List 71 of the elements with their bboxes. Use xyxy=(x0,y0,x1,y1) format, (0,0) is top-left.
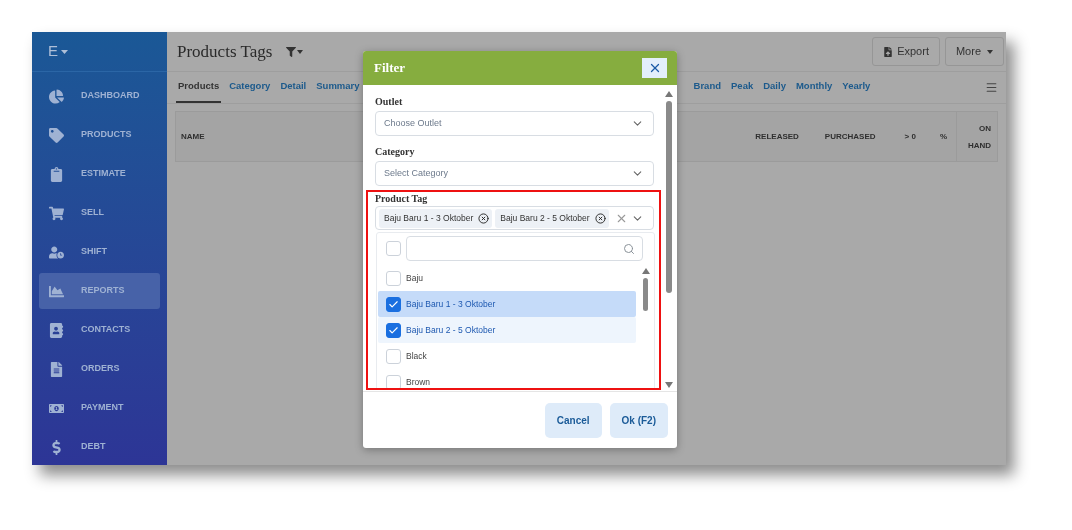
tab[interactable]: Daily xyxy=(761,72,788,103)
scroll-down-arrow-icon[interactable] xyxy=(665,382,674,388)
person-clock-icon xyxy=(49,244,64,260)
scroll-up-arrow-icon[interactable] xyxy=(641,268,650,274)
search-field[interactable] xyxy=(406,236,643,261)
tag-select-field[interactable]: Baju Baru 1 - 3 Oktober Baju Baru 2 - 5 Oktober xyxy=(375,206,654,230)
sidebar-item[interactable]: REPORTS xyxy=(39,273,160,309)
scroll-up-arrow-icon[interactable] xyxy=(665,91,674,97)
sidebar-item[interactable]: PAYMENT xyxy=(39,390,160,426)
sidebar-item[interactable]: DEBT xyxy=(39,429,160,465)
sidebar-item[interactable]: PRODUCTS xyxy=(39,117,160,153)
column-header: % xyxy=(939,130,947,143)
caret-icon xyxy=(297,49,304,54)
sidebar-item[interactable]: DASHBOARD xyxy=(39,78,160,114)
clipboard-icon xyxy=(49,166,64,182)
field-label: Category xyxy=(375,146,416,158)
tag-chip: Baju Baru 2 - 5 Oktober xyxy=(495,208,609,228)
check-icon xyxy=(388,298,399,310)
tab[interactable]: Peak xyxy=(729,72,756,103)
field-label: Product Tag xyxy=(375,193,429,205)
cancel-button[interactable]: Cancel xyxy=(544,402,602,438)
export-button[interactable]: Export xyxy=(872,37,940,66)
address-book-icon xyxy=(49,322,64,338)
caret-icon xyxy=(987,49,993,54)
remove-icon[interactable] xyxy=(478,212,490,224)
sidebar-item[interactable]: CONTACTS xyxy=(39,312,160,348)
tab[interactable]: Summary xyxy=(314,72,362,103)
page-title: Products Tags xyxy=(177,40,273,63)
tab[interactable]: Detail xyxy=(278,72,309,103)
tag-icon xyxy=(49,127,64,143)
checkbox[interactable] xyxy=(386,322,401,338)
field-label: Outlet xyxy=(375,96,404,108)
remove-icon[interactable] xyxy=(594,212,606,224)
column-header: NAME xyxy=(180,130,205,143)
option-row[interactable]: Baju Baru 2 - 5 Oktober xyxy=(378,317,636,343)
tab[interactable]: Products xyxy=(176,72,222,103)
close-button[interactable] xyxy=(642,58,667,78)
menu-icon[interactable] xyxy=(985,81,998,94)
checkbox[interactable] xyxy=(386,296,401,312)
sidebar-item[interactable]: ESTIMATE xyxy=(39,156,160,192)
ok-button[interactable]: Ok (F2) xyxy=(609,402,668,438)
column-header: PURCHASED xyxy=(824,130,876,143)
column-header: ON HAND xyxy=(966,122,991,152)
dialog-title: Filter xyxy=(374,59,406,78)
upload-icon xyxy=(883,46,894,57)
filter-icon xyxy=(286,46,297,57)
sidebar-item[interactable]: SHIFT xyxy=(39,234,160,270)
select-field[interactable]: Choose Outlet xyxy=(375,111,654,136)
tab[interactable]: Brand xyxy=(691,72,723,103)
scrollbar-thumb[interactable] xyxy=(666,101,673,293)
tag-chip: Baju Baru 1 - 3 Oktober xyxy=(379,208,493,228)
tab[interactable]: Yearly xyxy=(840,72,873,103)
brand-menu[interactable]: E xyxy=(48,40,68,63)
cart-icon xyxy=(49,205,64,221)
document-icon xyxy=(49,361,64,377)
scrollbar-thumb[interactable] xyxy=(643,278,649,311)
select-field[interactable]: Select Category xyxy=(375,161,654,186)
tab[interactable]: Monthly xyxy=(793,72,835,103)
check-icon xyxy=(388,324,399,336)
filter-menu-button[interactable] xyxy=(286,46,304,57)
area-chart-icon xyxy=(49,283,64,299)
column-header: > 0 xyxy=(904,130,916,143)
caret-icon xyxy=(61,49,68,54)
column-header: RELEASED xyxy=(755,130,799,143)
search-icon xyxy=(622,242,635,255)
more-button[interactable]: More xyxy=(944,37,1004,66)
option-row[interactable]: Baju Baru 1 - 3 Oktober xyxy=(378,291,636,317)
pie-chart-icon xyxy=(49,88,64,104)
tab[interactable]: Category xyxy=(227,72,273,103)
sidebar-item[interactable]: SELL xyxy=(39,195,160,231)
sidebar-item[interactable]: ORDERS xyxy=(39,351,160,387)
